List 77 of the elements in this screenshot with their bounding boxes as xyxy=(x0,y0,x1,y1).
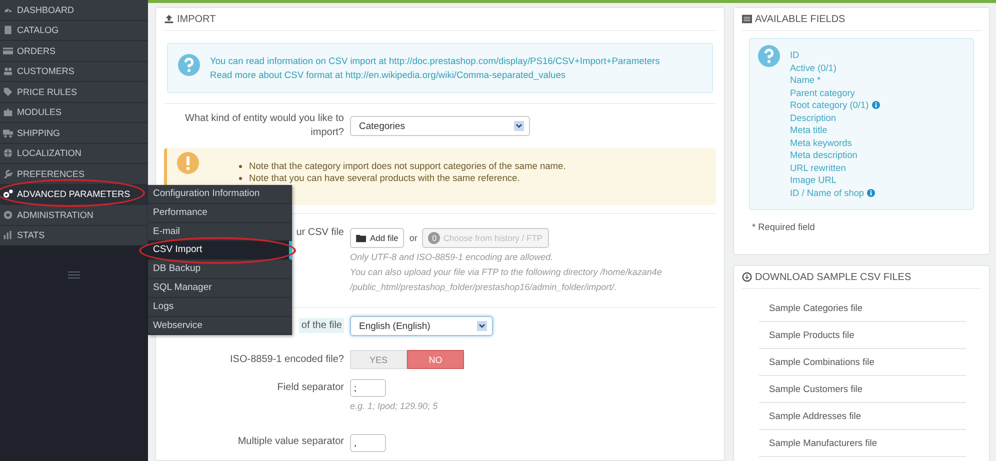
field-name: ID xyxy=(790,49,800,62)
download-icon xyxy=(742,272,752,282)
caret-icon xyxy=(514,121,524,131)
list-icon xyxy=(742,14,752,24)
exclamation-icon xyxy=(177,152,199,174)
warning-text: Note that the category import does not support categories of the same name. xyxy=(249,160,566,172)
sample-file-link[interactable]: Sample Products file xyxy=(759,322,966,349)
field-name: Parent category xyxy=(790,86,855,99)
sidebar-item[interactable]: PRICE RULES xyxy=(0,82,148,102)
warning-text: Note that you can have several products with the same reference. xyxy=(249,172,520,184)
field-label: What kind of entity would you like to import? xyxy=(184,112,344,140)
language-select[interactable]: English (English) xyxy=(350,316,493,336)
field-name: Root category (0/1) xyxy=(790,99,869,112)
globe-icon xyxy=(3,148,13,158)
field-label: ur CSV file xyxy=(296,227,344,238)
question-icon xyxy=(178,54,200,76)
help-text: Only UTF-8 and ISO-8859-1 encoding are allowed. xyxy=(350,251,554,263)
sample-file-link[interactable]: Sample Categories file xyxy=(759,295,966,322)
or-text: or xyxy=(409,233,418,243)
bar-chart-icon xyxy=(3,230,13,240)
sample-file-link[interactable]: Sample Customers file xyxy=(759,376,966,403)
count-badge: 0 xyxy=(428,232,440,244)
sample-file-link[interactable]: Sample Manufacturers file xyxy=(759,430,966,457)
help-text: You can also upload your file via FTP to the following directory /home/kazan4e xyxy=(350,266,662,278)
sample-file-link[interactable]: Sample Combinations file xyxy=(759,349,966,376)
multiple-separator-input[interactable]: , xyxy=(350,434,386,452)
info-icon[interactable] xyxy=(872,101,880,110)
sample-file-link[interactable]: Sample Addresses file xyxy=(759,403,966,430)
field-name: Description xyxy=(790,112,836,124)
menu-icon[interactable] xyxy=(68,271,80,279)
submenu-item[interactable]: CSV Import xyxy=(148,241,292,260)
field-name: Image URL xyxy=(790,174,836,186)
field-label: Field separator xyxy=(276,381,344,395)
field-name: Meta keywords xyxy=(790,136,852,149)
sidebar-item[interactable]: MODULES xyxy=(0,102,148,123)
folder-icon xyxy=(356,234,367,242)
caret-icon xyxy=(477,321,487,331)
field-name: Meta description xyxy=(790,149,858,162)
sidebar-item[interactable]: ADVANCED PARAMETERS xyxy=(0,184,148,205)
question-icon xyxy=(758,45,780,67)
users-icon xyxy=(3,66,13,76)
card-icon xyxy=(3,46,13,56)
bullet-icon xyxy=(239,176,242,180)
required-note: * Required field xyxy=(752,222,816,232)
field-label: of the file xyxy=(299,318,344,333)
tag-icon xyxy=(3,86,13,97)
sidebar-item[interactable]: ADMINISTRATION xyxy=(0,205,148,226)
truck-icon xyxy=(3,128,13,138)
sidebar-item[interactable]: DASHBOARD xyxy=(0,0,148,20)
upload-icon xyxy=(164,14,174,24)
sidebar-item[interactable]: PREFERENCES xyxy=(0,164,148,184)
field-name: Name * xyxy=(790,74,821,86)
field-name: URL rewritten xyxy=(790,162,846,174)
field-name: Active (0/1) xyxy=(790,62,836,74)
field-separator-input[interactable]: ; xyxy=(350,379,386,397)
info-text: You can read information on CSV import at http://doc.prestashop.com/display/PS16/CSV+Import+Parameters xyxy=(210,55,660,68)
sidebar-item[interactable]: ORDERS xyxy=(0,41,148,62)
add-file-button[interactable]: Add file xyxy=(350,228,404,248)
bullet-icon xyxy=(239,164,242,168)
sidebar-item[interactable]: CATALOG xyxy=(0,20,148,41)
field-label: Multiple value separator xyxy=(236,435,344,449)
panel-title: DOWNLOAD SAMPLE CSV FILES xyxy=(755,272,912,282)
field-name: ID / Name of shop xyxy=(790,186,864,199)
hint-text: e.g. 1; Ipod; 129.90; 5 xyxy=(350,400,438,412)
sidebar-item[interactable]: LOCALIZATION xyxy=(0,144,148,164)
field-label: ISO-8859-1 encoded file? xyxy=(229,352,344,366)
wrench-icon xyxy=(3,168,13,179)
info-text: Read more about CSV format at http://en.wikipedia.org/wiki/Comma-separated_values xyxy=(210,69,567,82)
panel-title: AVAILABLE FIELDS xyxy=(755,14,846,24)
entity-select[interactable]: Categories xyxy=(350,116,530,136)
panel-title: IMPORT xyxy=(177,14,216,24)
sidebar-item[interactable]: SHIPPING xyxy=(0,123,148,144)
help-text: /public_html/prestashop_folder/prestashop16/admin_folder/import/. xyxy=(350,281,618,293)
field-name: Meta title xyxy=(790,124,828,136)
sidebar-item[interactable]: CUSTOMERS xyxy=(0,62,148,82)
info-icon[interactable] xyxy=(867,188,876,197)
sidebar-item[interactable]: STATS xyxy=(0,226,148,246)
